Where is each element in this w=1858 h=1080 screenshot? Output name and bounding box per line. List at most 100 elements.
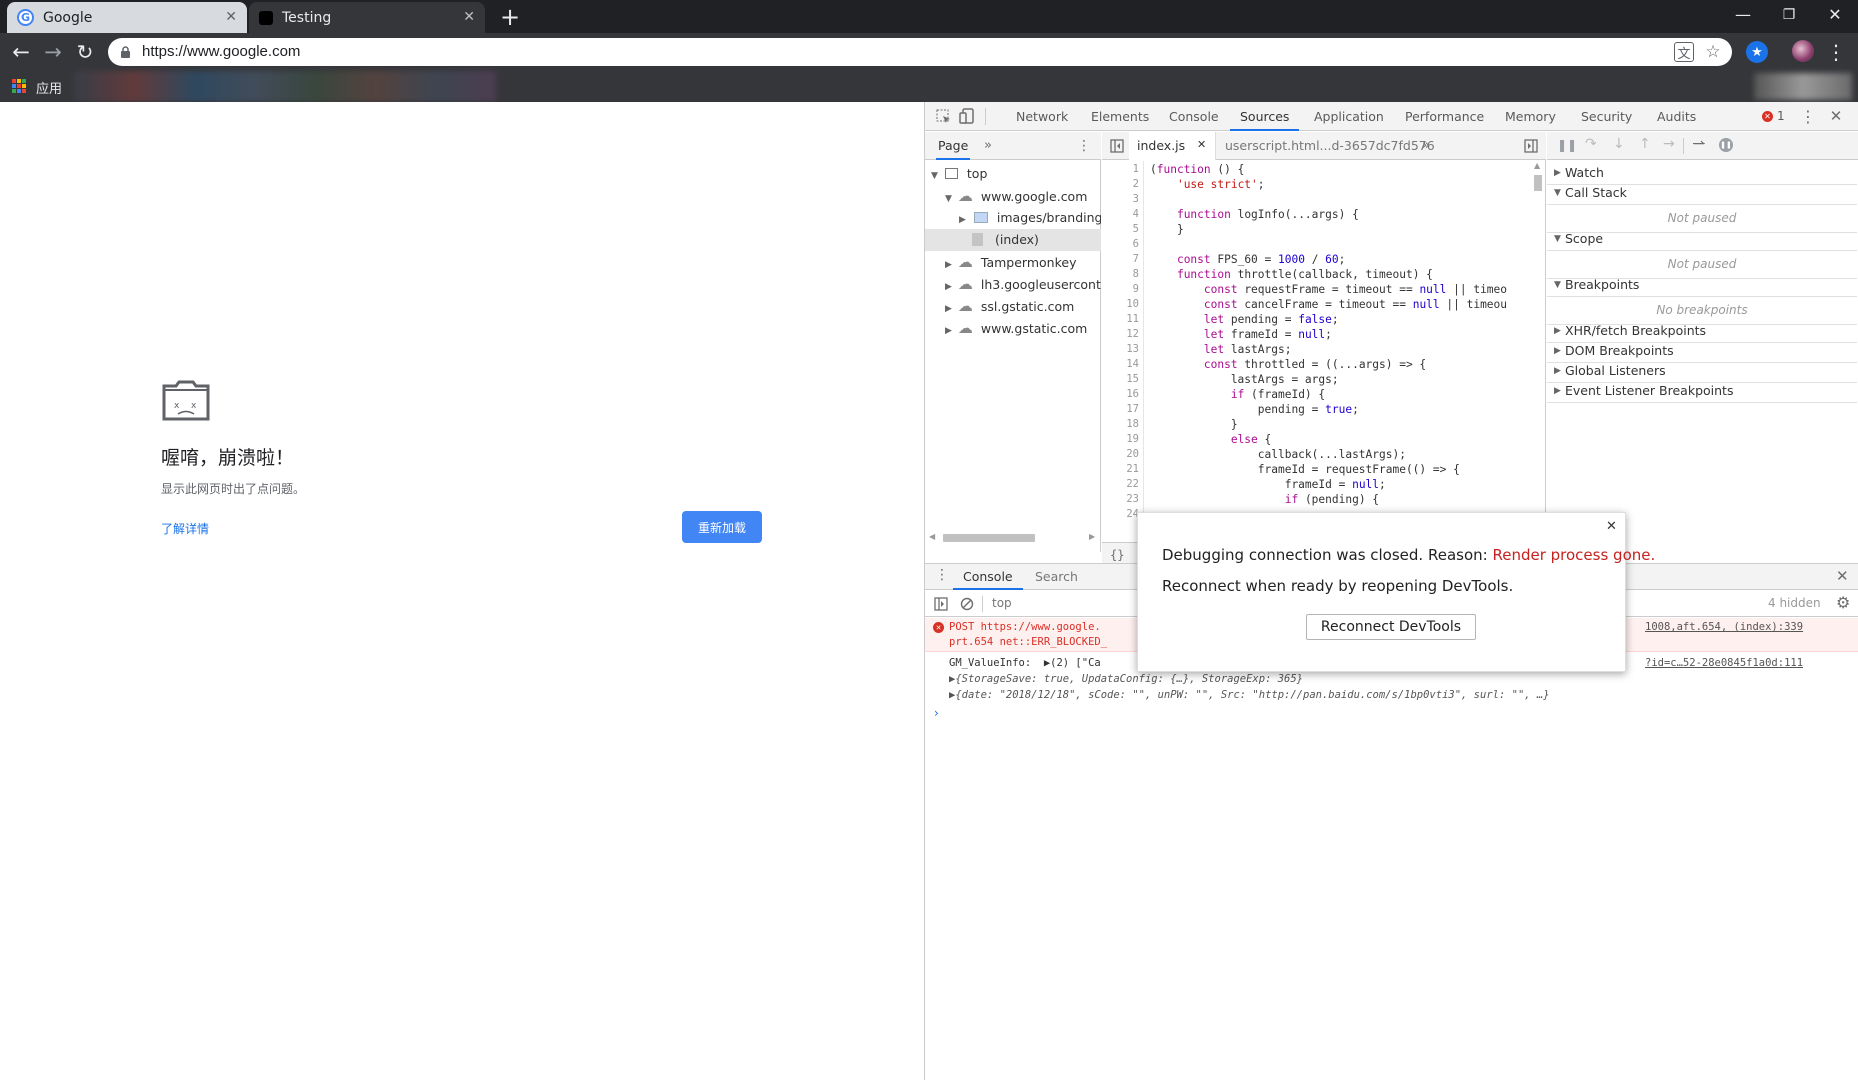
line-number[interactable]: 14 <box>1102 357 1139 372</box>
tab-testing[interactable]: Testing ✕ <box>249 2 485 33</box>
apps-grid-icon[interactable] <box>12 79 26 93</box>
line-number[interactable]: 24 <box>1102 507 1139 522</box>
step-out-icon[interactable]: ↑ <box>1639 136 1651 152</box>
pause-icon[interactable]: ❚❚ <box>1557 138 1577 152</box>
tree-item-top[interactable]: ▼ top <box>931 163 1101 185</box>
clear-console-icon[interactable] <box>960 597 974 611</box>
tab-security[interactable]: Security <box>1581 102 1632 131</box>
console-settings-gear-icon[interactable]: ⚙ <box>1836 593 1850 612</box>
code-line[interactable]: if (pending) { <box>1150 492 1530 507</box>
code-line[interactable]: else { <box>1150 432 1530 447</box>
line-number[interactable]: 16 <box>1102 387 1139 402</box>
code-line[interactable]: const requestFrame = timeout == null || … <box>1150 282 1530 297</box>
step-into-icon[interactable]: ↓ <box>1613 136 1625 152</box>
navigator-menu-kebab-icon[interactable]: ⋮ <box>1077 136 1091 156</box>
log-source-link[interactable]: ?id=c…52-28e0845f1a0d:111 <box>1645 657 1803 669</box>
line-number[interactable]: 9 <box>1102 282 1139 297</box>
line-number[interactable]: 8 <box>1102 267 1139 282</box>
reconnect-devtools-button[interactable]: Reconnect DevTools <box>1306 614 1476 640</box>
code-line[interactable]: if (frameId) { <box>1150 387 1530 402</box>
code-line[interactable] <box>1150 237 1530 252</box>
tab-network[interactable]: Network <box>1016 102 1068 131</box>
reload-button[interactable]: 重新加载 <box>682 511 762 543</box>
line-number[interactable]: 2 <box>1102 177 1139 192</box>
inspect-element-icon[interactable] <box>936 109 951 124</box>
debugger-section-breakpoints[interactable]: ▼ Breakpoints <box>1547 273 1857 297</box>
code-line[interactable]: frameId = null; <box>1150 477 1530 492</box>
code-line[interactable]: pending = true; <box>1150 402 1530 417</box>
console-sidebar-toggle-icon[interactable] <box>934 597 948 611</box>
error-badge-icon[interactable]: ✕ <box>1762 111 1773 122</box>
line-number[interactable]: 19 <box>1102 432 1139 447</box>
forward-arrow-icon[interactable]: → <box>40 39 66 65</box>
line-number[interactable]: 5 <box>1102 222 1139 237</box>
tab-elements[interactable]: Elements <box>1091 102 1149 131</box>
line-number[interactable]: 6 <box>1102 237 1139 252</box>
bookmark-star-icon[interactable]: ☆ <box>1702 40 1724 64</box>
address-bar[interactable]: https://www.google.com 文 ☆ <box>108 38 1732 66</box>
code-line[interactable]: let pending = false; <box>1150 312 1530 327</box>
code-line[interactable]: const FPS_60 = 1000 / 60; <box>1150 252 1530 267</box>
tree-item-ssl-gstatic[interactable]: ▶ ☁ ssl.gstatic.com <box>945 295 1101 317</box>
new-tab-plus-icon[interactable]: + <box>496 4 524 30</box>
reload-icon[interactable]: ↻ <box>72 39 98 65</box>
drawer-tab-search[interactable]: Search <box>1035 564 1078 590</box>
editor-tab-userscript[interactable]: userscript.html...d-3657dc7fd576 <box>1225 138 1435 153</box>
menu-kebab-icon[interactable]: ⋮ <box>1826 39 1846 65</box>
line-number[interactable]: 1 <box>1102 162 1139 177</box>
navigator-horizontal-scrollbar[interactable]: ◀ ▶ <box>929 532 1099 544</box>
code-line[interactable]: } <box>1150 417 1530 432</box>
close-tab-icon[interactable]: ✕ <box>1197 138 1206 151</box>
tab-console[interactable]: Console <box>1169 102 1219 131</box>
line-number[interactable]: 18 <box>1102 417 1139 432</box>
debugger-section-event-listener-breakpoints[interactable]: ▶ Event Listener Breakpoints <box>1547 379 1857 403</box>
code-line[interactable]: let frameId = null; <box>1150 327 1530 342</box>
line-number[interactable]: 21 <box>1102 462 1139 477</box>
line-number[interactable]: 22 <box>1102 477 1139 492</box>
drawer-tab-console[interactable]: Console <box>953 564 1023 590</box>
line-number[interactable]: 3 <box>1102 192 1139 207</box>
learn-more-link[interactable]: 了解详情 <box>161 520 209 537</box>
error-count[interactable]: 1 <box>1777 109 1785 123</box>
code-line[interactable]: (function () { <box>1150 162 1530 177</box>
tree-item-lh3[interactable]: ▶ ☁ lh3.googleuserconte <box>945 273 1101 295</box>
pretty-print-icon[interactable]: {} <box>1110 548 1124 562</box>
line-number[interactable]: 13 <box>1102 342 1139 357</box>
device-toolbar-icon[interactable] <box>959 108 975 124</box>
toggle-debugger-icon[interactable] <box>1524 139 1538 153</box>
close-tab-icon[interactable]: ✕ <box>463 8 475 26</box>
line-number[interactable]: 7 <box>1102 252 1139 267</box>
tab-sources[interactable]: Sources <box>1230 102 1300 131</box>
step-over-icon[interactable]: ↷ <box>1585 136 1597 152</box>
step-icon[interactable]: → <box>1663 136 1675 152</box>
tab-performance[interactable]: Performance <box>1405 102 1484 131</box>
line-number[interactable]: 12 <box>1102 327 1139 342</box>
tab-audits[interactable]: Audits <box>1657 102 1696 131</box>
line-number[interactable]: 4 <box>1102 207 1139 222</box>
tab-google[interactable]: G Google ✕ <box>7 2 247 33</box>
debugger-section-call-stack[interactable]: ▼ Call Stack <box>1547 181 1857 205</box>
tree-item-tampermonkey[interactable]: ▶ ☁ Tampermonkey <box>945 251 1101 273</box>
console-prompt-chevron-icon[interactable]: › <box>934 706 939 720</box>
code-line[interactable]: const throttled = ((...args) => { <box>1150 357 1530 372</box>
code-line[interactable]: } <box>1150 222 1530 237</box>
code-line[interactable]: callback(...lastArgs); <box>1150 447 1530 462</box>
tree-item-google[interactable]: ▼ ☁ www.google.com <box>945 185 1101 207</box>
close-tab-icon[interactable]: ✕ <box>225 8 237 26</box>
code-line[interactable]: function throttle(callback, timeout) { <box>1150 267 1530 282</box>
debugger-section-scope[interactable]: ▼ Scope <box>1547 227 1857 251</box>
tree-item-www-gstatic[interactable]: ▶ ☁ www.gstatic.com <box>945 317 1101 339</box>
line-number[interactable]: 15 <box>1102 372 1139 387</box>
tab-memory[interactable]: Memory <box>1505 102 1556 131</box>
devtools-menu-kebab-icon[interactable]: ⋮ <box>1800 106 1816 126</box>
toggle-navigator-icon[interactable] <box>1110 139 1124 153</box>
code-line[interactable]: 'use strict'; <box>1150 177 1530 192</box>
console-object-storage[interactable]: ▶{StorageSave: true, UpdataConfig: {…}, … <box>925 672 1858 688</box>
code-area[interactable]: 1 2 3 4 5 6 7 8 9 10 11 12 13 14 15 16 17 18 19 20 21 22 23 24 … <box>1102 161 1546 530</box>
tab-application[interactable]: Application <box>1314 102 1384 131</box>
minimize-icon[interactable]: — <box>1720 0 1766 30</box>
line-number[interactable]: 23 <box>1102 492 1139 507</box>
close-drawer-icon[interactable]: ✕ <box>1836 567 1849 585</box>
extension-star-icon[interactable]: ★ <box>1746 41 1768 63</box>
more-tabs-chevron-icon[interactable]: » <box>981 136 995 154</box>
